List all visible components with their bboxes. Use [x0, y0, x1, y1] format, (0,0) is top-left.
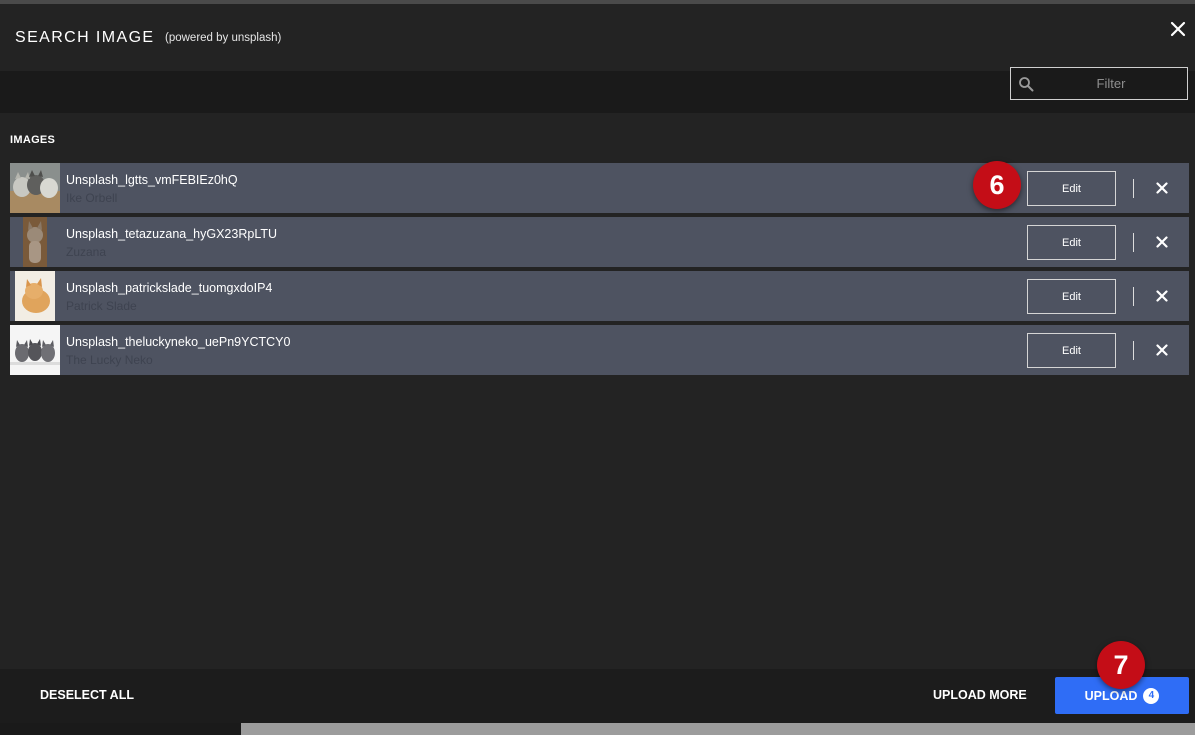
images-section-label: IMAGES — [10, 134, 56, 146]
modal-footer: DESELECT ALL UPLOAD MORE UPLOAD 4 — [0, 669, 1195, 723]
remove-icon[interactable] — [1156, 344, 1168, 356]
image-author: The Lucky Neko — [66, 353, 153, 367]
edit-button[interactable]: Edit — [1027, 333, 1116, 368]
close-icon[interactable] — [1168, 19, 1188, 39]
upload-label: UPLOAD — [1084, 688, 1138, 703]
remove-icon[interactable] — [1156, 236, 1168, 248]
image-row[interactable]: Unsplash_theluckyneko_uePn9YCTCY0 The Lu… — [10, 325, 1189, 375]
step-callout-upload: 7 — [1097, 641, 1145, 689]
image-author: Patrick Slade — [66, 299, 137, 313]
modal-header: SEARCH IMAGE (powered by unsplash) — [0, 4, 1195, 71]
edit-button[interactable]: Edit — [1027, 279, 1116, 314]
image-thumbnail — [10, 163, 60, 213]
deselect-all-button[interactable]: DESELECT ALL — [40, 688, 134, 702]
remove-icon[interactable] — [1156, 290, 1168, 302]
image-thumbnail — [10, 217, 60, 267]
image-name: Unsplash_patrickslade_tuomgxdoIP4 — [66, 281, 273, 295]
image-author: Zuzana — [66, 245, 107, 259]
background-strip-dark — [0, 723, 241, 735]
row-divider — [1133, 341, 1134, 360]
row-divider — [1133, 233, 1134, 252]
modal-subtitle: (powered by unsplash) — [165, 32, 282, 44]
image-thumbnail — [10, 325, 60, 375]
upload-count-badge: 4 — [1143, 687, 1160, 704]
image-row[interactable]: Unsplash_patrickslade_tuomgxdoIP4 Patric… — [10, 271, 1189, 321]
row-divider — [1133, 287, 1134, 306]
background-strip-light — [241, 723, 1195, 735]
image-name: Unsplash_tetazuzana_hyGX23RpLTU — [66, 227, 278, 241]
filter-input[interactable] — [1041, 72, 1181, 94]
search-icon — [1019, 77, 1034, 92]
search-image-modal: SEARCH IMAGE (powered by unsplash) IMAGE… — [0, 4, 1195, 723]
image-thumbnail — [10, 271, 60, 321]
image-name: Unsplash_lgtts_vmFEBIEz0hQ — [66, 173, 238, 187]
row-divider — [1133, 179, 1134, 198]
edit-button[interactable]: Edit — [1027, 225, 1116, 260]
image-author: Ike Orbell — [66, 191, 118, 205]
edit-button[interactable]: Edit — [1027, 171, 1116, 206]
remove-icon[interactable] — [1156, 182, 1168, 194]
modal-title: SEARCH IMAGE — [15, 29, 155, 46]
step-callout-edit: 6 — [973, 161, 1021, 209]
image-name: Unsplash_theluckyneko_uePn9YCTCY0 — [66, 335, 291, 349]
image-row[interactable]: Unsplash_tetazuzana_hyGX23RpLTU Zuzana E… — [10, 217, 1189, 267]
upload-more-button[interactable]: UPLOAD MORE — [933, 688, 1027, 702]
filter-field[interactable] — [1010, 67, 1188, 100]
